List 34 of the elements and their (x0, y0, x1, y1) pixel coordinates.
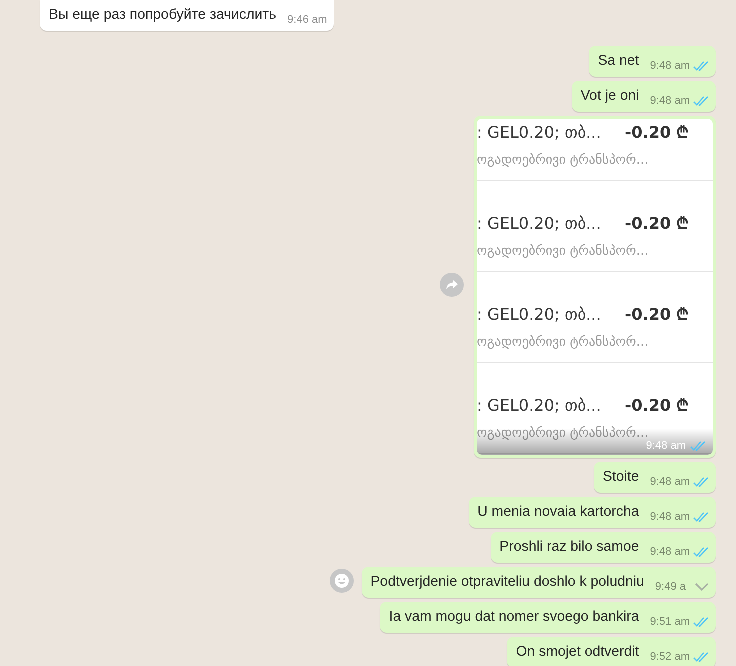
transaction-amount: -0.20 ₾ (625, 213, 689, 234)
transaction-description: ოგადოებრივი ტრანსპორ... (477, 335, 650, 350)
transaction-title: : GEL0.20; თბ... (477, 304, 602, 324)
message-text: Вы еще раз попробуйте зачислить (49, 6, 277, 25)
message-time: 9:48 am (650, 510, 690, 525)
message-time: 9:51 am (650, 615, 690, 630)
transaction-amount: -0.20 ₾ (625, 395, 689, 416)
transaction-description: ოგადოებრივი ტრანსპორ... (477, 244, 650, 259)
transaction-description: ოგადოებრივი ტრანსპორ... (477, 426, 650, 441)
forward-icon[interactable] (440, 273, 464, 297)
message-text: Podtverjdenie otpraviteliu doshlo k poludniu (370, 573, 644, 592)
transaction-title: : GEL0.20; თბ... (477, 214, 602, 232)
transaction-amount: -0.20 ₾ (625, 122, 689, 143)
message-text: Ia vam mogu dat nomer svoego bankira (389, 608, 640, 627)
message-time: 9:46 am (288, 13, 328, 28)
message-text: Proshli raz bilo samoe (500, 538, 640, 557)
transaction-title: : GEL0.20; თბ... (477, 122, 602, 142)
message-text: Vot je oni (580, 87, 640, 106)
message-time: 9:48 am (650, 59, 690, 74)
transaction-amount: -0.20 ₾ (625, 304, 689, 325)
message-text: Stoite (602, 468, 640, 487)
message-text: On smojet odtverdit (516, 643, 640, 662)
message-time: 9:48 am (650, 94, 690, 109)
chevron-down-icon[interactable] (695, 583, 709, 592)
message-time: 9:48 am (650, 475, 690, 490)
emoji-icon[interactable] (330, 569, 354, 593)
message-time: 9:48 am (646, 440, 686, 452)
transaction-description: ოგადოებრივი ტრანსპორ... (477, 153, 650, 168)
transaction-title: : GEL0.20; თბ... (477, 396, 602, 414)
message-time: 9:49 a (655, 580, 686, 595)
message-time: 9:48 am (650, 545, 690, 560)
message-time: 9:52 am (650, 650, 690, 665)
message-text: Sa net (598, 52, 640, 71)
message-text: U menia novaia kartorcha (478, 503, 640, 522)
